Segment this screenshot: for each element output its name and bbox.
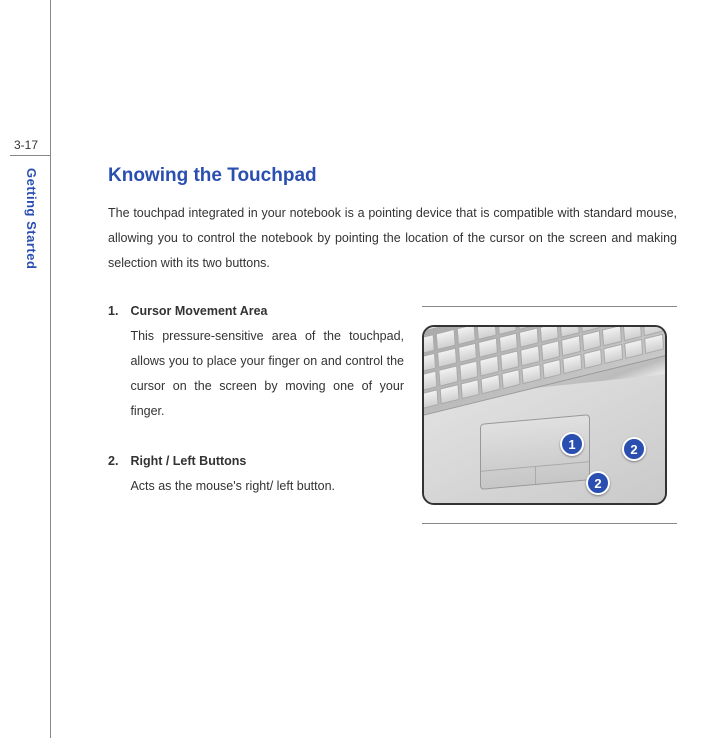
item-number: 2. (108, 454, 118, 499)
two-column-layout: 1. Cursor Movement Area This pressure-se… (108, 304, 677, 529)
main-content: Knowing the Touchpad The touchpad integr… (108, 165, 677, 529)
margin-divider (50, 0, 51, 738)
item-title: Right / Left Buttons (130, 454, 404, 468)
item-title: Cursor Movement Area (130, 304, 404, 318)
text-column: 1. Cursor Movement Area This pressure-se… (108, 304, 404, 529)
chapter-side-label: Getting Started (24, 168, 39, 269)
page-number: 3-17 (14, 138, 38, 152)
figure-column: 1 2 2 (422, 304, 677, 524)
callout-badge-2: 2 (586, 471, 610, 495)
item-number: 1. (108, 304, 118, 424)
item-description: This pressure-sensitive area of the touc… (130, 324, 404, 424)
section-title: Knowing the Touchpad (108, 165, 677, 187)
item-description: Acts as the mouse's right/ left button. (130, 474, 404, 499)
list-item: 2. Right / Left Buttons Acts as the mous… (108, 454, 404, 499)
list-item: 1. Cursor Movement Area This pressure-se… (108, 304, 404, 424)
callout-badge-2: 2 (622, 437, 646, 461)
header-rule (10, 155, 50, 156)
intro-paragraph: The touchpad integrated in your notebook… (108, 201, 677, 276)
callout-badge-1: 1 (560, 432, 584, 456)
figure-container: 1 2 2 (422, 306, 677, 524)
touchpad-illustration: 1 2 2 (422, 325, 667, 505)
